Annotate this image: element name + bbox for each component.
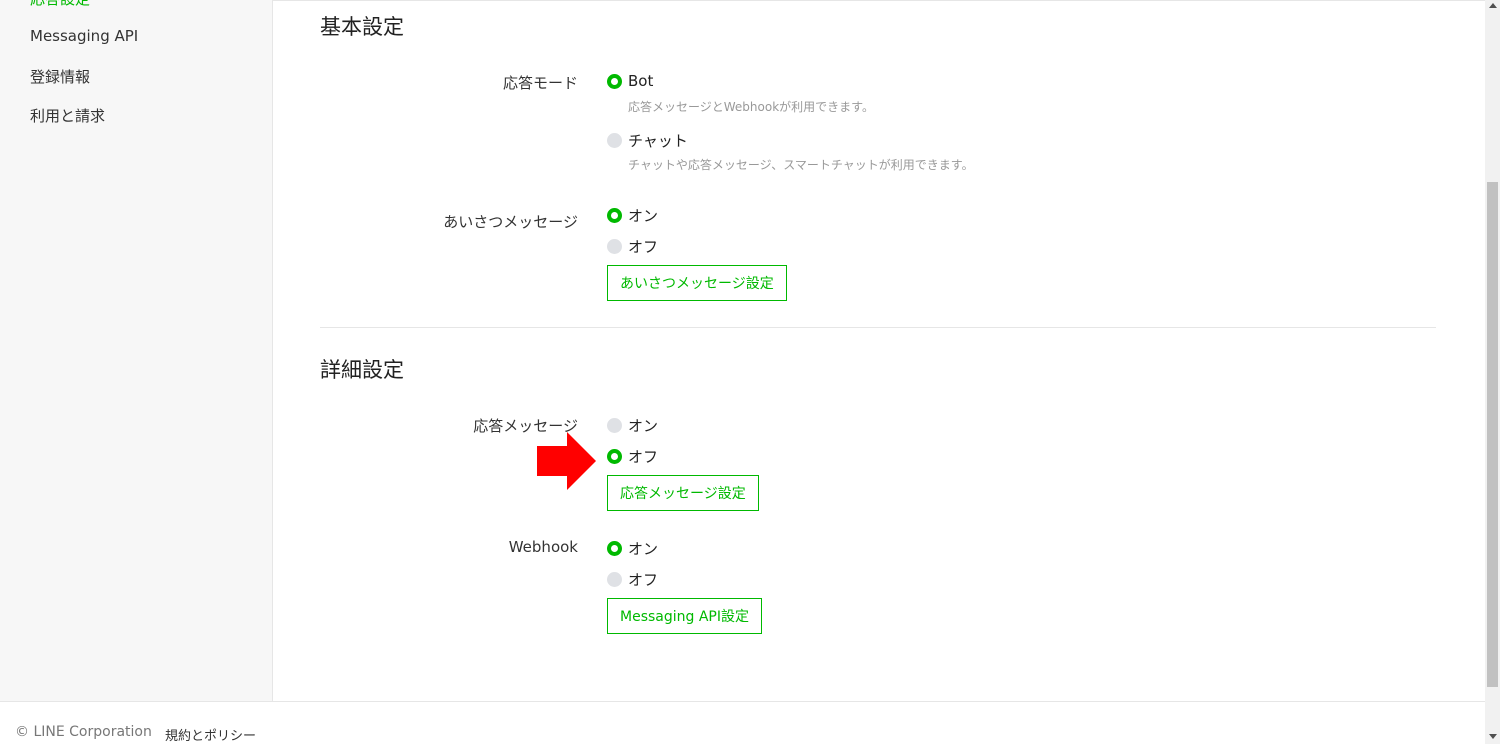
scroll-down-icon[interactable] — [1489, 734, 1497, 739]
radio-label: オン — [628, 207, 659, 225]
radio-label: オフ — [628, 448, 659, 466]
response-mode-chat-radio[interactable]: チャット — [607, 130, 688, 151]
section-divider — [320, 327, 1436, 328]
basic-settings-title: 基本設定 — [320, 15, 404, 39]
auto-reply-off-radio[interactable]: オフ — [607, 446, 658, 467]
webhook-label: Webhook — [508, 538, 578, 556]
radio-unselected-icon — [607, 572, 622, 587]
radio-unselected-icon — [607, 418, 622, 433]
chat-description: チャットや応答メッセージ、スマートチャットが利用できます。 — [628, 158, 974, 172]
main-content: 基本設定 応答モード Bot 応答メッセージとWebhookが利用できます。 チ… — [273, 0, 1485, 702]
sidebar-item-usage-billing[interactable]: 利用と請求 — [30, 105, 105, 126]
radio-label: チャット — [628, 132, 688, 150]
footer: © LINE Corporation 規約とポリシー — [0, 701, 1485, 745]
advanced-settings-title: 詳細設定 — [320, 358, 404, 382]
messaging-api-settings-button[interactable]: Messaging API設定 — [607, 598, 762, 634]
auto-reply-on-radio[interactable]: オン — [607, 415, 658, 436]
vertical-scrollbar[interactable] — [1485, 0, 1500, 744]
red-arrow-right-icon — [537, 432, 596, 490]
greeting-on-radio[interactable]: オン — [607, 205, 658, 226]
sidebar-item-messaging-api[interactable]: Messaging API — [30, 27, 138, 45]
radio-selected-icon — [607, 73, 622, 89]
radio-label: オフ — [628, 238, 659, 256]
webhook-off-radio[interactable]: オフ — [607, 569, 658, 590]
sidebar-item-response-settings[interactable]: 応答設定 — [30, 0, 90, 9]
radio-label: オフ — [628, 571, 659, 589]
greeting-label: あいさつメッセージ — [443, 213, 578, 231]
scrollbar-thumb[interactable] — [1487, 182, 1498, 687]
webhook-on-radio[interactable]: オン — [607, 538, 658, 559]
radio-selected-icon — [607, 541, 622, 556]
auto-reply-settings-button[interactable]: 応答メッセージ設定 — [607, 475, 759, 511]
radio-label: オン — [628, 540, 659, 558]
radio-label: Bot — [628, 72, 654, 90]
radio-selected-icon — [607, 449, 622, 464]
response-mode-label: 応答モード — [502, 74, 578, 92]
terms-policy-link[interactable]: 規約とポリシー — [165, 725, 256, 744]
sidebar: 応答設定 Messaging API 登録情報 利用と請求 — [0, 0, 273, 701]
scroll-up-icon[interactable] — [1489, 3, 1497, 8]
response-mode-bot-radio[interactable]: Bot — [607, 72, 653, 90]
greeting-off-radio[interactable]: オフ — [607, 236, 658, 257]
greeting-settings-button[interactable]: あいさつメッセージ設定 — [607, 265, 787, 301]
radio-label: オン — [628, 417, 659, 435]
radio-unselected-icon — [607, 239, 622, 254]
radio-unselected-icon — [607, 133, 622, 148]
bot-description: 応答メッセージとWebhookが利用できます。 — [628, 100, 874, 114]
sidebar-item-registration-info[interactable]: 登録情報 — [30, 66, 90, 87]
copyright-text: © LINE Corporation — [15, 724, 152, 740]
radio-selected-icon — [607, 208, 622, 223]
